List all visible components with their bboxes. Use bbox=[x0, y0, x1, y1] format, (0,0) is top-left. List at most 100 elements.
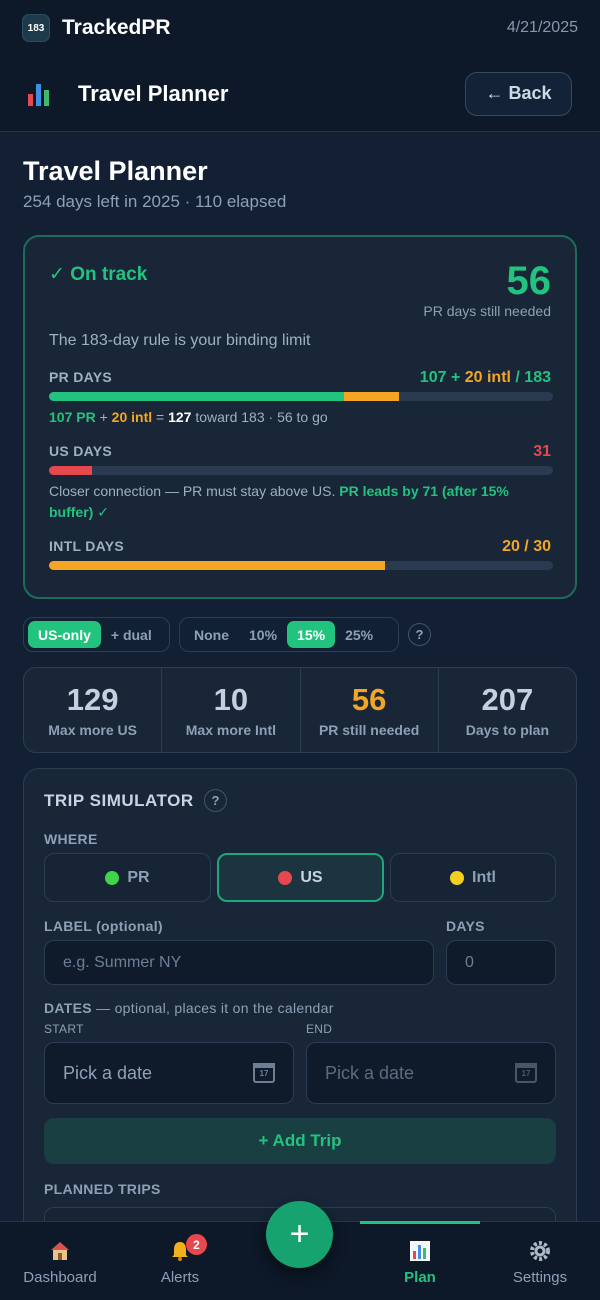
where-label: WHERE bbox=[44, 831, 98, 847]
simulator-title: TRIP SIMULATOR bbox=[44, 791, 194, 810]
page-header: Travel Planner ← Back bbox=[0, 56, 600, 132]
pr-progress-fill bbox=[49, 392, 344, 401]
calendar-icon: 17 bbox=[253, 1063, 275, 1083]
plus-sign: + bbox=[446, 369, 465, 386]
nav-dashboard[interactable]: Dashboard bbox=[0, 1222, 120, 1300]
header-title: Travel Planner bbox=[78, 80, 229, 106]
us-progress-fill bbox=[49, 466, 92, 475]
us-days-value: 31 bbox=[533, 443, 551, 460]
app-bar: 183 TrackedPR 4/21/2025 bbox=[0, 0, 600, 56]
status-card: ✓ On track 56 PR days still needed The 1… bbox=[23, 235, 577, 599]
pr-days-label: PR DAYS bbox=[49, 369, 113, 385]
stat-label: Max more US bbox=[48, 722, 137, 738]
trip-label-input[interactable]: e.g. Summer NY bbox=[44, 940, 434, 985]
app-logo: 183 bbox=[22, 14, 50, 42]
nav-plan[interactable]: Plan bbox=[360, 1222, 480, 1300]
stat-label: Days to plan bbox=[465, 722, 549, 738]
start-date-placeholder: Pick a date bbox=[63, 1062, 153, 1083]
dates-label-strong: DATES bbox=[44, 1000, 92, 1016]
pr-days-count: 107 bbox=[419, 369, 447, 386]
back-button[interactable]: ← Back bbox=[465, 71, 572, 116]
mode-us-only[interactable]: US-only bbox=[28, 621, 101, 648]
stat-value: 10 bbox=[213, 682, 249, 717]
end-date-input[interactable]: Pick a date 17 bbox=[306, 1042, 556, 1104]
pr-needed-label: PR days still needed bbox=[423, 303, 551, 319]
nav-label: Alerts bbox=[160, 1268, 200, 1286]
help-icon[interactable]: ? bbox=[408, 623, 431, 646]
buffer-25[interactable]: 25% bbox=[335, 621, 383, 648]
us-note-text: Closer connection — PR must stay above U… bbox=[49, 483, 340, 499]
note-plus: + bbox=[95, 409, 112, 425]
chart-icon bbox=[408, 1238, 432, 1264]
where-intl-label: Intl bbox=[472, 868, 496, 886]
stat-value: 207 bbox=[481, 682, 534, 717]
intl-progress-fill bbox=[49, 561, 386, 570]
intl-days-value: 20 / 30 bbox=[502, 538, 551, 555]
chart-icon bbox=[28, 82, 52, 106]
red-dot-icon bbox=[278, 870, 293, 885]
where-us-label: US bbox=[300, 868, 323, 886]
yellow-dot-icon bbox=[450, 870, 464, 885]
pr-days-value: 107 + 20 intl / 183 bbox=[420, 369, 551, 387]
us-progress-note: Closer connection — PR must stay above U… bbox=[49, 481, 549, 523]
pr-progress-note: 107 PR + 20 intl = 127 toward 183 · 56 t… bbox=[49, 407, 549, 428]
note-total: 127 bbox=[168, 409, 192, 425]
page-title: Travel Planner bbox=[23, 156, 208, 186]
buffer-10[interactable]: 10% bbox=[239, 621, 287, 648]
calendar-icon: 17 bbox=[515, 1063, 537, 1083]
note-intl: 20 intl bbox=[111, 409, 153, 425]
add-trip-button[interactable]: + Add Trip bbox=[44, 1118, 556, 1164]
start-label: START bbox=[44, 1022, 84, 1036]
stat-days-to-plan: 207 Days to plan bbox=[439, 668, 576, 752]
stat-label: PR still needed bbox=[318, 722, 420, 738]
note-pr: 107 PR bbox=[49, 409, 96, 425]
dates-label: DATES — optional, places it on the calen… bbox=[44, 1000, 334, 1016]
app-name: TrackedPR bbox=[62, 16, 171, 39]
pr-intl-progress-fill bbox=[343, 392, 399, 401]
green-dot-icon bbox=[105, 870, 120, 885]
stats-row: 129 Max more US 10 Max more Intl 56 PR s… bbox=[23, 667, 577, 753]
stat-pr-still-needed: 56 PR still needed bbox=[301, 668, 439, 752]
note-eq: = bbox=[152, 409, 169, 425]
stat-max-more-us: 129 Max more US bbox=[24, 668, 163, 752]
buffer-15[interactable]: 15% bbox=[287, 621, 336, 648]
simulator-help-icon[interactable]: ? bbox=[204, 789, 227, 812]
nav-label: Plan bbox=[404, 1268, 436, 1286]
where-pr-button[interactable]: PR bbox=[44, 853, 211, 902]
pr-progress-bar bbox=[49, 392, 553, 401]
nav-label: Settings bbox=[512, 1268, 568, 1286]
page-subtitle: 254 days left in 2025 · 110 elapsed bbox=[23, 192, 287, 211]
us-progress-bar bbox=[49, 466, 553, 475]
trip-label-placeholder: e.g. Summer NY bbox=[63, 953, 182, 971]
end-label: END bbox=[306, 1022, 333, 1036]
note-rest: toward 183 · 56 to go bbox=[191, 409, 328, 425]
mode-toggle: US-only + dual bbox=[23, 617, 170, 652]
buffer-none[interactable]: None bbox=[184, 621, 239, 648]
nav-alerts[interactable]: Alerts 2 bbox=[120, 1222, 240, 1300]
where-us-button[interactable]: US bbox=[217, 853, 384, 902]
mode-dual[interactable]: + dual bbox=[101, 621, 162, 648]
gear-icon bbox=[528, 1238, 552, 1264]
add-fab-button[interactable]: + bbox=[266, 1201, 333, 1268]
nav-label: Dashboard bbox=[23, 1268, 97, 1286]
days-input[interactable]: 0 bbox=[446, 940, 556, 985]
trip-label-field-label: LABEL (optional) bbox=[44, 918, 163, 934]
days-field-label: DAYS bbox=[446, 918, 485, 934]
planned-trips-label: PLANNED TRIPS bbox=[44, 1181, 161, 1197]
start-date-input[interactable]: Pick a date 17 bbox=[44, 1042, 294, 1104]
where-intl-button[interactable]: Intl bbox=[390, 853, 556, 902]
house-icon bbox=[48, 1238, 72, 1264]
pr-days-total: / 183 bbox=[510, 369, 551, 386]
intl-progress-bar bbox=[49, 561, 553, 570]
where-pr-label: PR bbox=[127, 868, 150, 886]
nav-settings[interactable]: Settings bbox=[480, 1222, 600, 1300]
current-date: 4/21/2025 bbox=[506, 19, 578, 36]
alerts-badge: 2 bbox=[186, 1234, 207, 1255]
stat-value: 56 bbox=[351, 682, 387, 717]
pr-needed-number: 56 bbox=[506, 259, 552, 303]
intl-days-label: INTL DAYS bbox=[49, 538, 125, 554]
stat-label: Max more Intl bbox=[185, 722, 276, 738]
binding-rule: The 183-day rule is your binding limit bbox=[49, 332, 311, 349]
stat-value: 129 bbox=[66, 682, 119, 717]
stat-max-more-intl: 10 Max more Intl bbox=[162, 668, 301, 752]
